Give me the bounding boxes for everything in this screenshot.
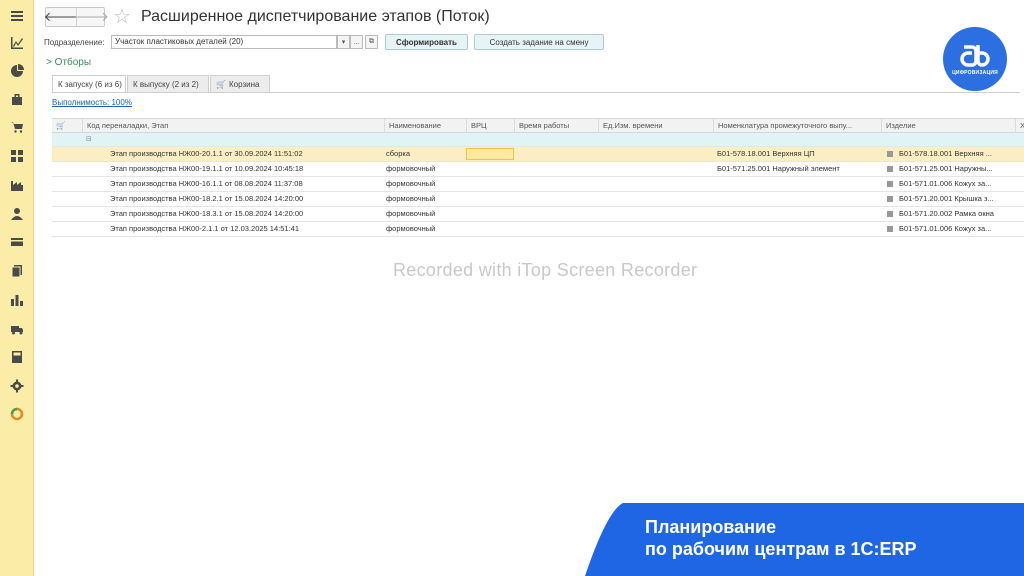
chart-line-icon[interactable] [7, 34, 27, 52]
cell-nomenclature: Б01-578.18.001 Верхняя ЦП [717, 149, 815, 158]
gear-icon[interactable] [7, 377, 27, 395]
department-label: Подразделение: [44, 38, 105, 47]
cell-nomenclature: Б01-571.25.001 Наружный элемент [717, 164, 840, 173]
filters-toggle[interactable]: > Отборы [46, 57, 91, 68]
factory-icon[interactable] [7, 176, 27, 194]
product-icon [887, 181, 893, 188]
cell-product: Б01-571.01.006 Кожух за... [887, 222, 1017, 236]
calculator-icon[interactable] [7, 348, 27, 366]
tab-basket-label: Корзина [228, 79, 260, 89]
cell-stage: Этап производства НЖ00-16.1.1 от 08.08.2… [110, 179, 303, 188]
page-title: Расширенное диспетчирование этапов (Пото… [141, 8, 490, 25]
card-icon[interactable] [7, 233, 27, 251]
select-button[interactable]: ... [350, 35, 363, 49]
cell-product: Б01-571.01.006 Кожух за... [887, 177, 1017, 191]
header-vrc[interactable]: ВРЦ [466, 119, 514, 133]
vrc-input[interactable] [466, 148, 514, 160]
truck-icon[interactable] [7, 320, 27, 338]
header-nomenclature[interactable]: Номенклатура промежуточного выпу... [713, 119, 881, 133]
cell-product-text: Б01-571.20.002 Рамка окна [899, 209, 994, 218]
brand-logo: ЦИФРОВИЗАЦИЯ [943, 27, 1007, 91]
user-icon[interactable] [7, 205, 27, 223]
product-icon [887, 226, 893, 233]
table-row[interactable]: Этап производства НЖ00-20.1.1 от 30.09.2… [52, 147, 1024, 162]
nav-buttons: 🡐 🡒 [44, 7, 109, 27]
table-row[interactable]: Этап производства НЖ00-16.1.1 от 08.08.2… [52, 177, 1024, 192]
cell-stage: Этап производства НЖ00-20.1.1 от 30.09.2… [110, 149, 303, 158]
stages-table: 🛒 Код переналадки, Этап Наименование ВРЦ… [52, 118, 1024, 237]
cell-stage: Этап производства НЖ00-19.1.1 от 10.09.2… [110, 164, 304, 173]
collapse-icon[interactable]: ⊟ [86, 135, 92, 143]
dropdown-icon[interactable]: ▾ [337, 35, 350, 49]
cell-stage: Этап производства НЖ00-2.1.1 от 12.03.20… [110, 224, 299, 233]
cell-product-text: Б01-571.01.006 Кожух за... [899, 224, 992, 233]
logo-mark-icon [960, 44, 990, 67]
product-icon [887, 166, 893, 173]
watermark: Recorded with iTop Screen Recorder [393, 260, 698, 280]
cell-product: Б01-578.18.001 Верхняя ... [887, 147, 1017, 161]
back-button[interactable]: 🡐 [44, 8, 79, 26]
form-button[interactable]: Сформировать [385, 34, 468, 50]
cell-name: формовочный [386, 209, 436, 218]
table-row[interactable]: Этап производства НЖ00-18.3.1 от 15.08.2… [52, 207, 1024, 222]
product-icon [887, 151, 893, 158]
bar-chart-icon[interactable] [7, 291, 27, 309]
cell-stage: Этап производства НЖ00-18.3.1 от 15.08.2… [110, 209, 304, 218]
basket-icon: 🛒 [216, 79, 226, 89]
product-icon [887, 211, 893, 218]
cell-name: формовочный [386, 164, 436, 173]
department-input[interactable]: Участок пластиковых деталей (20) [111, 35, 337, 49]
cell-product: Б01-571.25.001 Наружны... [887, 162, 1017, 176]
header-code[interactable]: Код переналадки, Этап [82, 119, 384, 133]
table-row[interactable]: Этап производства НЖ00-2.1.1 от 12.03.20… [52, 222, 1024, 237]
tab-to-launch[interactable]: К запуску (6 из 6) [52, 75, 126, 93]
cart-icon[interactable] [7, 118, 27, 136]
header-unit[interactable]: Ед.Изм. времени [598, 119, 713, 133]
banner-line-2: по рабочим центрам в 1С:ERP [645, 539, 917, 559]
menu-icon[interactable] [7, 7, 27, 25]
table-row[interactable]: Этап производства НЖ00-19.1.1 от 10.09.2… [52, 162, 1024, 177]
documents-icon[interactable] [7, 262, 27, 280]
open-icon[interactable]: ⧉ [365, 35, 378, 49]
favorite-star-icon[interactable]: ☆ [113, 7, 131, 27]
forward-button[interactable]: 🡒 [74, 8, 109, 26]
cell-name: сборка [386, 149, 411, 158]
header-name[interactable]: Наименование [384, 119, 466, 133]
group-row[interactable]: ⊟ [52, 133, 1024, 147]
header-worktime[interactable]: Время работы [514, 119, 598, 133]
cell-product: Б01-571.20.002 Рамка окна [887, 207, 1017, 221]
logo-caption: ЦИФРОВИЗАЦИЯ [952, 69, 998, 76]
cell-product-text: Б01-571.25.001 Наружны... [899, 164, 993, 173]
tab-to-release[interactable]: К выпуску (2 из 2) [127, 75, 209, 92]
banner-line-1: Планирование [645, 517, 777, 537]
cell-product: Б01-571.20.001 Крышка з... [887, 192, 1017, 206]
cell-name: формовочный [386, 179, 436, 188]
cell-name: формовочный [386, 224, 436, 233]
pie-chart-icon[interactable] [7, 62, 27, 80]
table-row[interactable]: Этап производства НЖ00-18.2.1 от 15.08.2… [52, 192, 1024, 207]
create-shift-task-button[interactable]: Создать задание на смену [474, 34, 604, 50]
bag-icon[interactable] [7, 90, 27, 108]
cell-product-text: Б01-571.01.006 Кожух за... [899, 179, 992, 188]
app-root: 🡐 🡒 ☆ Расширенное диспетчирование этапов… [0, 0, 1024, 576]
header-product[interactable]: Изделие [881, 119, 1015, 133]
section-sidebar [0, 0, 34, 576]
cell-product-text: Б01-571.20.001 Крышка з... [899, 194, 994, 203]
cell-name: формовочный [386, 194, 436, 203]
cell-stage: Этап производства НЖ00-18.2.1 от 15.08.2… [110, 194, 304, 203]
table-header: 🛒 Код переналадки, Этап Наименование ВРЦ… [52, 118, 1024, 133]
banner-text: Планирование по рабочим центрам в 1С:ERP [645, 516, 917, 560]
ring-icon[interactable] [7, 405, 27, 423]
product-icon [887, 196, 893, 203]
completion-link[interactable]: Выполнимость: 100% [52, 98, 132, 107]
tab-divider [52, 92, 1020, 93]
basket-column-icon[interactable]: 🛒 [52, 119, 82, 133]
cell-product-text: Б01-578.18.001 Верхняя ... [899, 149, 992, 158]
tab-basket[interactable]: 🛒 Корзина [210, 75, 270, 92]
grid-icon[interactable] [7, 147, 27, 165]
header-extra[interactable]: Х [1015, 119, 1024, 133]
